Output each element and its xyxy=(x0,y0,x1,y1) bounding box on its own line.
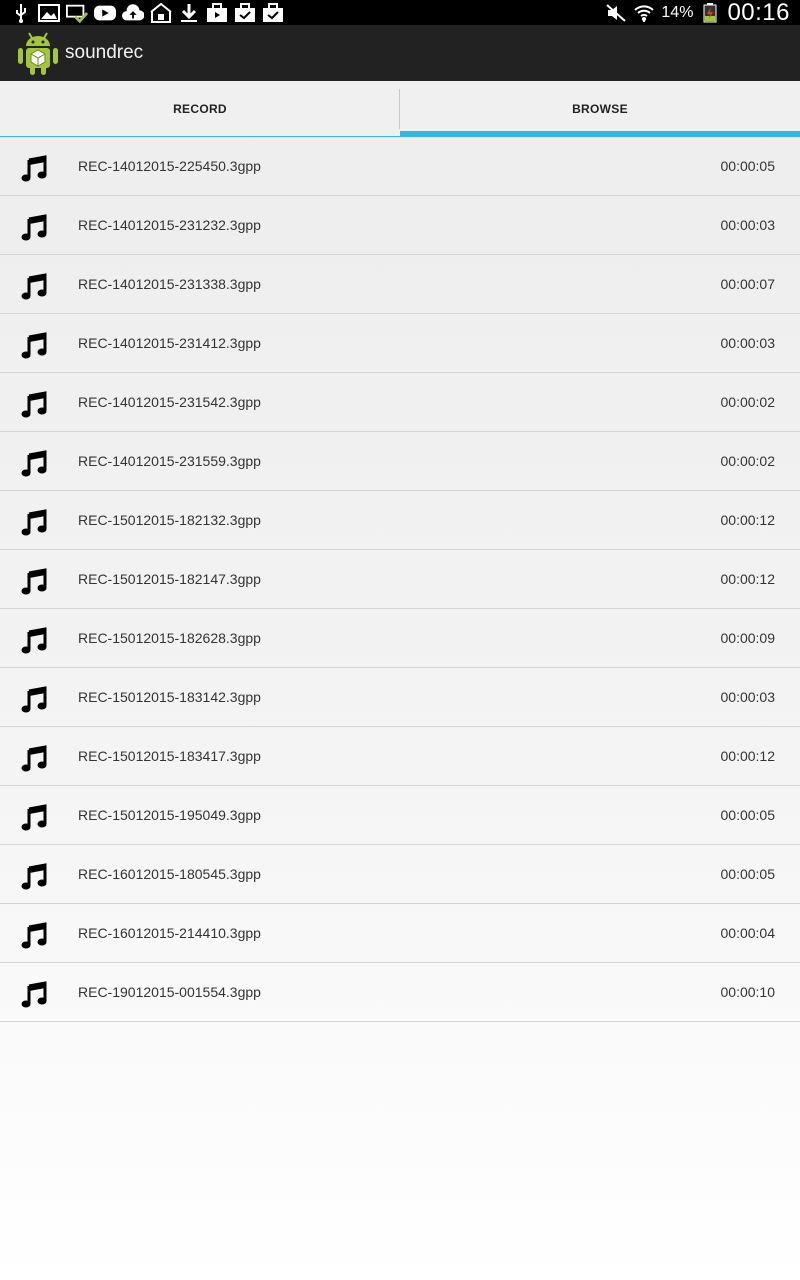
usb-icon xyxy=(10,3,32,23)
file-name: REC-15012015-182132.3gpp xyxy=(78,512,261,528)
cloud-upload-icon xyxy=(122,3,144,23)
status-bar: 14% 00:16 xyxy=(0,0,800,26)
list-item[interactable]: REC-14012015-231559.3gpp 00:00:02 xyxy=(0,432,800,491)
duration: 00:00:02 xyxy=(720,453,776,469)
file-name: REC-14012015-231559.3gpp xyxy=(78,453,261,469)
music-note-icon xyxy=(20,686,48,714)
list-item[interactable]: REC-15012015-183417.3gpp 00:00:12 xyxy=(0,727,800,786)
list-item[interactable]: REC-14012015-231412.3gpp 00:00:03 xyxy=(0,314,800,373)
duration: 00:00:03 xyxy=(720,217,776,233)
list-item[interactable]: REC-14012015-231338.3gpp 00:00:07 xyxy=(0,255,800,314)
list-item[interactable]: REC-19012015-001554.3gpp 00:00:10 xyxy=(0,963,800,1022)
download-icon xyxy=(178,3,200,23)
tab-record[interactable]: RECORD xyxy=(0,81,400,137)
file-name: REC-14012015-225450.3gpp xyxy=(78,158,261,174)
briefcase-check-icon xyxy=(234,2,256,23)
briefcase-check-icon xyxy=(262,2,284,23)
duration: 00:00:03 xyxy=(720,335,776,351)
file-name: REC-16012015-214410.3gpp xyxy=(78,925,261,941)
notification-icons xyxy=(0,2,284,23)
duration: 00:00:02 xyxy=(720,394,776,410)
music-note-icon xyxy=(20,155,48,183)
file-name: REC-15012015-195049.3gpp xyxy=(78,807,261,823)
duration: 00:00:10 xyxy=(720,984,776,1000)
music-note-icon xyxy=(20,568,48,596)
system-status: 14% 00:16 xyxy=(605,0,790,26)
duration: 00:00:12 xyxy=(720,748,776,764)
music-note-icon xyxy=(20,863,48,891)
youtube-icon xyxy=(94,3,116,23)
duration: 00:00:09 xyxy=(720,630,776,646)
music-note-icon xyxy=(20,450,48,478)
battery-charging-icon xyxy=(699,2,721,23)
store-icon xyxy=(150,2,172,23)
mute-icon xyxy=(605,3,627,23)
file-name: REC-15012015-183417.3gpp xyxy=(78,748,261,764)
recordings-list: REC-14012015-225450.3gpp 00:00:05 REC-1401… xyxy=(0,137,800,1022)
file-name: REC-14012015-231232.3gpp xyxy=(78,217,261,233)
music-note-icon xyxy=(20,391,48,419)
list-item[interactable]: REC-16012015-180545.3gpp 00:00:05 xyxy=(0,845,800,904)
duration: 00:00:05 xyxy=(720,158,776,174)
music-note-icon xyxy=(20,332,48,360)
duration: 00:00:05 xyxy=(720,866,776,882)
duration: 00:00:03 xyxy=(720,689,776,705)
music-note-icon xyxy=(20,214,48,242)
duration: 00:00:12 xyxy=(720,512,776,528)
tab-record-label: RECORD xyxy=(173,101,227,116)
tab-browse-label: BROWSE xyxy=(572,102,628,116)
list-item[interactable]: REC-14012015-225450.3gpp 00:00:05 xyxy=(0,137,800,196)
file-name: REC-15012015-182628.3gpp xyxy=(78,630,261,646)
briefcase-play-icon xyxy=(206,2,228,23)
list-item[interactable]: REC-15012015-182132.3gpp 00:00:12 xyxy=(0,491,800,550)
file-name: REC-14012015-231412.3gpp xyxy=(78,335,261,351)
music-note-icon xyxy=(20,804,48,832)
music-note-icon xyxy=(20,273,48,301)
wifi-icon xyxy=(633,3,655,23)
file-name: REC-16012015-180545.3gpp xyxy=(78,866,261,882)
file-name: REC-14012015-231542.3gpp xyxy=(78,394,261,410)
gallery-icon xyxy=(38,3,60,23)
list-item[interactable]: REC-15012015-182147.3gpp 00:00:12 xyxy=(0,550,800,609)
music-note-icon xyxy=(20,509,48,537)
clock: 00:16 xyxy=(727,0,790,26)
file-name: REC-19012015-001554.3gpp xyxy=(78,984,261,1000)
file-name: REC-15012015-182147.3gpp xyxy=(78,571,261,587)
music-note-icon xyxy=(20,981,48,1009)
list-item[interactable]: REC-15012015-182628.3gpp 00:00:09 xyxy=(0,609,800,668)
music-note-icon xyxy=(20,922,48,950)
file-name: REC-14012015-231338.3gpp xyxy=(78,276,261,292)
music-note-icon xyxy=(20,745,48,773)
list-item[interactable]: REC-15012015-195049.3gpp 00:00:05 xyxy=(0,786,800,845)
duration: 00:00:12 xyxy=(720,571,776,587)
action-bar: soundrec xyxy=(0,25,800,81)
file-name: REC-15012015-183142.3gpp xyxy=(78,689,261,705)
duration: 00:00:04 xyxy=(720,925,776,941)
list-item[interactable]: REC-14012015-231542.3gpp 00:00:02 xyxy=(0,373,800,432)
list-item[interactable]: REC-16012015-214410.3gpp 00:00:04 xyxy=(0,904,800,963)
battery-percent: 14% xyxy=(661,3,694,21)
tab-bar: RECORD BROWSE xyxy=(0,81,800,137)
duration: 00:00:07 xyxy=(720,276,776,292)
music-note-icon xyxy=(20,627,48,655)
list-item[interactable]: REC-15012015-183142.3gpp 00:00:03 xyxy=(0,668,800,727)
tab-browse[interactable]: BROWSE xyxy=(400,81,800,137)
android-app-icon[interactable] xyxy=(14,29,62,77)
list-item[interactable]: REC-14012015-231232.3gpp 00:00:03 xyxy=(0,196,800,255)
screen-check-icon xyxy=(66,3,88,23)
duration: 00:00:05 xyxy=(720,807,776,823)
app-title: soundrec xyxy=(65,42,144,63)
